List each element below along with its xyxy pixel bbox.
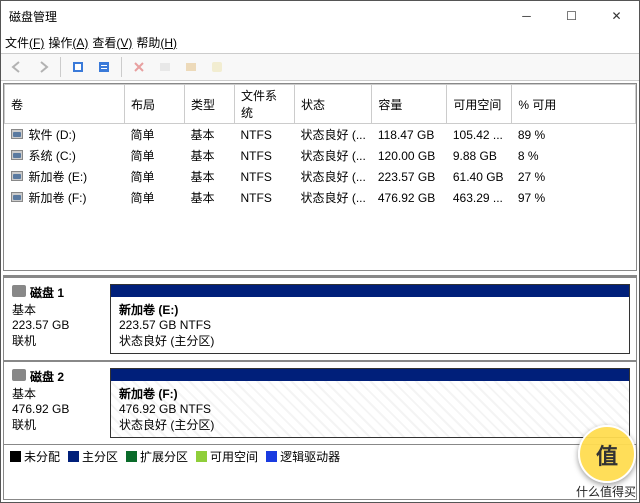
window-title: 磁盘管理 xyxy=(9,8,504,25)
volume-row[interactable]: 软件 (D:)简单基本NTFS状态良好 (...118.47 GB105.42 … xyxy=(5,124,636,146)
refresh-button[interactable] xyxy=(66,56,90,78)
maximize-button[interactable]: ☐ xyxy=(549,1,594,31)
legend-free-swatch xyxy=(196,451,207,462)
volume-icon xyxy=(11,129,23,139)
col-layout[interactable]: 布局 xyxy=(125,85,185,124)
legend-extended-swatch xyxy=(126,451,137,462)
volume-icon xyxy=(11,171,23,181)
help-icon xyxy=(205,56,229,78)
disk-icon xyxy=(12,285,26,297)
action-icon xyxy=(153,56,177,78)
nav-back-button xyxy=(5,56,29,78)
properties-button[interactable] xyxy=(92,56,116,78)
watermark-badge: 值 xyxy=(578,425,636,483)
watermark-label: 什么值得买 xyxy=(576,483,636,500)
menu-file[interactable]: 文件(F) xyxy=(5,34,44,51)
minimize-button[interactable]: ─ xyxy=(504,1,549,31)
partition[interactable]: 新加卷 (F:) 476.92 GB NTFS 状态良好 (主分区) xyxy=(110,368,630,438)
legend-logical-swatch xyxy=(266,451,277,462)
legend-unalloc-swatch xyxy=(10,451,21,462)
col-pct[interactable]: % 可用 xyxy=(512,85,636,124)
col-volume[interactable]: 卷 xyxy=(5,85,125,124)
menu-help[interactable]: 帮助(H) xyxy=(136,34,177,51)
volume-icon xyxy=(11,150,23,160)
volume-icon xyxy=(11,192,23,202)
format-icon xyxy=(179,56,203,78)
disk-row: 磁盘 1 基本 223.57 GB 联机 新加卷 (E:) 223.57 GB … xyxy=(4,276,636,360)
volume-row[interactable]: 新加卷 (E:)简单基本NTFS状态良好 (...223.57 GB61.40 … xyxy=(5,166,636,187)
disk-icon xyxy=(12,369,26,381)
menu-action[interactable]: 操作(A) xyxy=(48,34,88,51)
volume-row[interactable]: 系统 (C:)简单基本NTFS状态良好 (...120.00 GB9.88 GB… xyxy=(5,145,636,166)
partition[interactable]: 新加卷 (E:) 223.57 GB NTFS 状态良好 (主分区) xyxy=(110,284,630,354)
toolbar-separator xyxy=(121,57,122,77)
nav-forward-button xyxy=(31,56,55,78)
col-capacity[interactable]: 容量 xyxy=(372,85,447,124)
col-status[interactable]: 状态 xyxy=(295,85,372,124)
close-button[interactable]: ✕ xyxy=(594,1,639,31)
menu-view[interactable]: 查看(V) xyxy=(92,34,132,51)
toolbar-separator xyxy=(60,57,61,77)
col-free[interactable]: 可用空间 xyxy=(447,85,512,124)
volume-row[interactable]: 新加卷 (F:)简单基本NTFS状态良好 (...476.92 GB463.29… xyxy=(5,187,636,208)
delete-icon xyxy=(127,56,151,78)
col-fs[interactable]: 文件系统 xyxy=(235,85,295,124)
volume-list-pane: 卷 布局 类型 文件系统 状态 容量 可用空间 % 可用 软件 (D:)简单基本… xyxy=(3,83,637,271)
col-type[interactable]: 类型 xyxy=(185,85,235,124)
legend-primary-swatch xyxy=(68,451,79,462)
legend: 未分配 主分区 扩展分区 可用空间 逻辑驱动器 xyxy=(4,444,636,468)
disk-layout-pane: 磁盘 1 基本 223.57 GB 联机 新加卷 (E:) 223.57 GB … xyxy=(3,275,637,500)
disk-row: 磁盘 2 基本 476.92 GB 联机 新加卷 (F:) 476.92 GB … xyxy=(4,360,636,444)
